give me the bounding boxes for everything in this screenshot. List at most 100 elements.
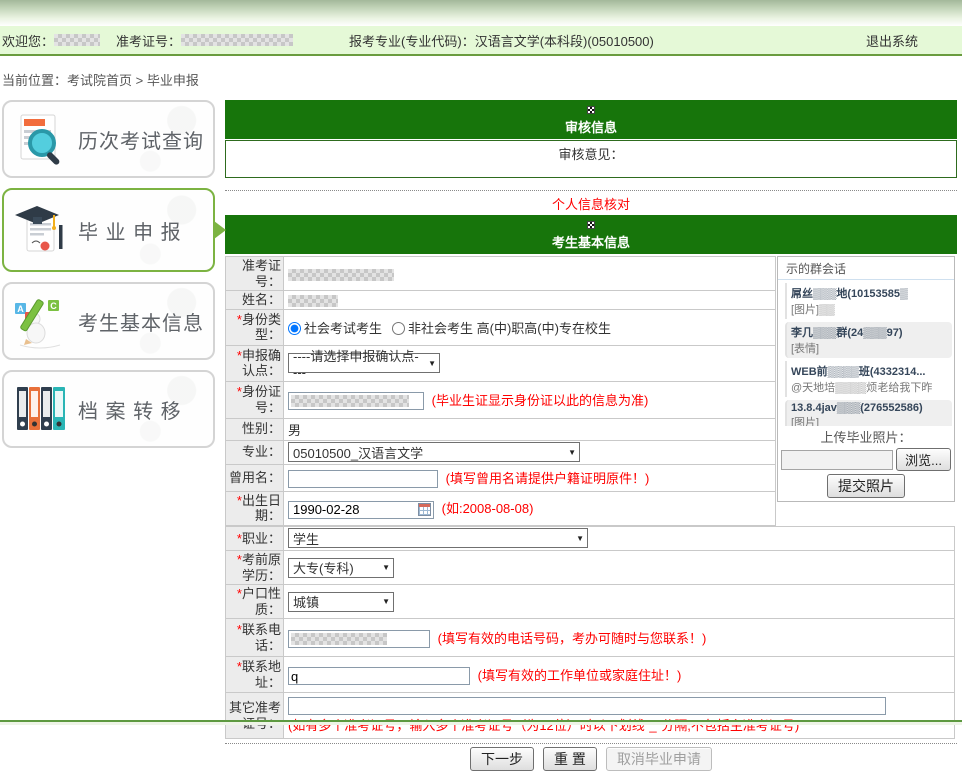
checker-icon: [587, 221, 595, 229]
education-select[interactable]: 大专(专科)▼: [288, 558, 394, 578]
form-row-birth-date: *出生日期： (如:2008-08-08): [226, 491, 776, 525]
chevron-down-icon: ▼: [382, 563, 390, 572]
form-row-other-exam-no: 其它准考证号： (如有多个准考证号，输入多个准考证号（为12位）时以下划线"_"…: [226, 693, 955, 739]
household-select[interactable]: 城镇▼: [288, 592, 394, 612]
form-row-major: 专业： 05010500_汉语言文学▼: [226, 440, 776, 464]
document-magnifier-icon: [4, 112, 78, 166]
audit-opinion-box: 审核意见：: [225, 140, 957, 178]
checker-icon: [587, 106, 595, 114]
action-buttons: 下一步 重 置 取消毕业申请: [225, 747, 957, 771]
chat-item: WEB前▒▒▒▒班(4332314... @天地培▒▒▒▒烦老给我下昨: [785, 361, 952, 397]
top-banner: [0, 0, 962, 26]
redacted-phone: [291, 633, 387, 645]
upload-photo-label: 上传毕业照片：: [778, 426, 954, 448]
svg-text:A: A: [17, 304, 24, 314]
birth-date-hint: (如:2008-08-08): [442, 501, 534, 516]
sidebar: 历次考试查询 毕 业 申 报: [0, 100, 215, 458]
sidebar-item-label: 考生基本信息: [78, 307, 204, 336]
form-row-address: *联系地址： (填写有效的工作单位或家庭住址！): [226, 657, 955, 693]
form-row-confirm-point: *申报确认点： ----请选择申报确认点----▼: [226, 345, 776, 381]
form-row-name: 姓名：: [226, 291, 776, 310]
sidebar-item-archive-transfer[interactable]: 档 案 转 移: [2, 370, 215, 448]
calendar-icon[interactable]: [418, 503, 431, 516]
redacted-exam-no: [181, 34, 293, 46]
birth-date-text[interactable]: [291, 503, 416, 517]
form-row-occupation: *职业： 学生▼: [226, 526, 955, 550]
chat-item: 13.8.4jav▒▒▒(276552586) [图片]: [785, 400, 952, 426]
sidebar-item-label: 历次考试查询: [78, 125, 204, 154]
info-check-note: 个人信息核对: [225, 194, 957, 213]
sidebar-item-label: 档 案 转 移: [78, 395, 182, 424]
audit-opinion-label: 审核意见：: [558, 147, 623, 162]
pasted-chat-screenshot: 示的群会话 屌丝▒▒▒地(10153585▒ [图片]▒▒ 李几▒▒▒群(24▒…: [778, 257, 954, 426]
cancel-graduation-button[interactable]: 取消毕业申请: [606, 747, 712, 771]
logout-link[interactable]: 退出系统: [866, 31, 918, 50]
breadcrumb: 当前位置：考试院首页 > 毕业申报: [2, 70, 962, 86]
other-exam-no-input[interactable]: [288, 697, 886, 715]
candidate-info-header: 考生基本信息: [225, 215, 957, 254]
occupation-select[interactable]: 学生▼: [288, 528, 588, 548]
id-type-radio-nonsocial[interactable]: [392, 322, 405, 335]
redacted-username: [54, 34, 100, 46]
address-hint: (填写有效的工作单位或家庭住址！): [478, 668, 682, 683]
form-row-household: *户口性质： 城镇▼: [226, 585, 955, 619]
gender-value: 男: [288, 423, 301, 438]
divider: [225, 190, 957, 191]
major-select[interactable]: 05010500_汉语言文学▼: [288, 442, 580, 462]
redacted-name-value: [288, 295, 338, 307]
chevron-down-icon: ▼: [576, 534, 584, 543]
form-row-gender: 性别： 男: [226, 418, 776, 440]
confirm-point-select[interactable]: ----请选择申报确认点----▼: [288, 353, 440, 373]
form-table-top: 准考证号： 姓名： *身份类型： 社会考试考生非社会考生 高(中)职高(中)专在…: [225, 256, 776, 526]
binders-icon: [4, 382, 78, 436]
divider: [225, 743, 957, 744]
top-user-bar: 欢迎您： 准考证号： 报考专业(专业代码)：汉语言文学(本科段)(0501050…: [0, 26, 962, 56]
form-row-phone: *联系电话： (填写有效的电话号码，考办可随时与您联系！): [226, 619, 955, 657]
next-step-button[interactable]: 下一步: [470, 747, 534, 771]
redacted-exam-no-value: [288, 269, 394, 281]
sidebar-item-graduation-apply[interactable]: 毕 业 申 报: [2, 188, 215, 272]
active-arrow-icon: [214, 221, 226, 239]
chat-header: 示的群会话: [778, 257, 954, 280]
form-table-bottom: *职业： 学生▼ *考前原学历： 大专(专科)▼ *户口性质：: [225, 526, 955, 739]
photo-file-input[interactable]: [781, 450, 893, 470]
main-content: 审核信息 审核意见： 个人信息核对 考生基本信息 准考证号： 姓名：: [225, 100, 957, 771]
audit-info-title: 审核信息: [225, 117, 957, 136]
chevron-down-icon: ▼: [568, 448, 576, 457]
photo-upload-panel: 示的群会话 屌丝▒▒▒地(10153585▒ [图片]▒▒ 李几▒▒▒群(24▒…: [777, 256, 955, 502]
phone-hint: (填写有效的电话号码，考办可随时与您联系！): [438, 631, 707, 646]
phone-input[interactable]: [288, 630, 430, 648]
address-input[interactable]: [288, 667, 470, 685]
submit-photo-button[interactable]: 提交照片: [827, 474, 905, 498]
id-card-input[interactable]: [288, 392, 424, 410]
sidebar-item-candidate-info[interactable]: A B C 考生基本信息: [2, 282, 215, 360]
form-row-exam-no: 准考证号：: [226, 257, 776, 291]
exam-no-label: 准考证号：: [116, 31, 181, 50]
welcome-label: 欢迎您：: [2, 31, 54, 50]
browse-button[interactable]: 浏览...: [896, 448, 951, 471]
chat-item: 屌丝▒▒▒地(10153585▒ [图片]▒▒: [785, 283, 952, 319]
form-row-education: *考前原学历： 大专(专科)▼: [226, 550, 955, 584]
chevron-down-icon: ▼: [382, 597, 390, 606]
chevron-down-icon: ▼: [428, 359, 436, 368]
id-type-option-label: 社会考试考生: [304, 321, 382, 336]
svg-text:C: C: [50, 301, 57, 311]
id-type-radio-social[interactable]: [288, 322, 301, 335]
form-row-former-name: 曾用名： (填写曾用名请提供户籍证明原件！): [226, 464, 776, 491]
chat-item: 李几▒▒▒群(24▒▒▒97) [表情]: [785, 322, 952, 358]
candidate-info-title: 考生基本信息: [225, 232, 957, 251]
sidebar-item-exam-history[interactable]: 历次考试查询: [2, 100, 215, 178]
form-row-id-card: *身份证号： (毕业生证显示身份证以此的信息为准): [226, 381, 776, 418]
graduation-cap-icon: [4, 201, 78, 259]
major-info: 报考专业(专业代码)：汉语言文学(本科段)(05010500): [349, 31, 654, 50]
person-pencil-icon: A B C: [4, 293, 78, 349]
redacted-id-card: [291, 395, 409, 407]
form-row-id-type: *身份类型： 社会考试考生非社会考生 高(中)职高(中)专在校生: [226, 309, 776, 345]
reset-button[interactable]: 重 置: [543, 747, 597, 771]
sidebar-item-label: 毕 业 申 报: [78, 216, 182, 245]
footer-line: [0, 720, 962, 725]
former-name-hint: (填写曾用名请提供户籍证明原件！): [446, 471, 650, 486]
former-name-input[interactable]: [288, 470, 438, 488]
audit-info-header: 审核信息: [225, 100, 957, 139]
birth-date-input[interactable]: [288, 501, 434, 519]
